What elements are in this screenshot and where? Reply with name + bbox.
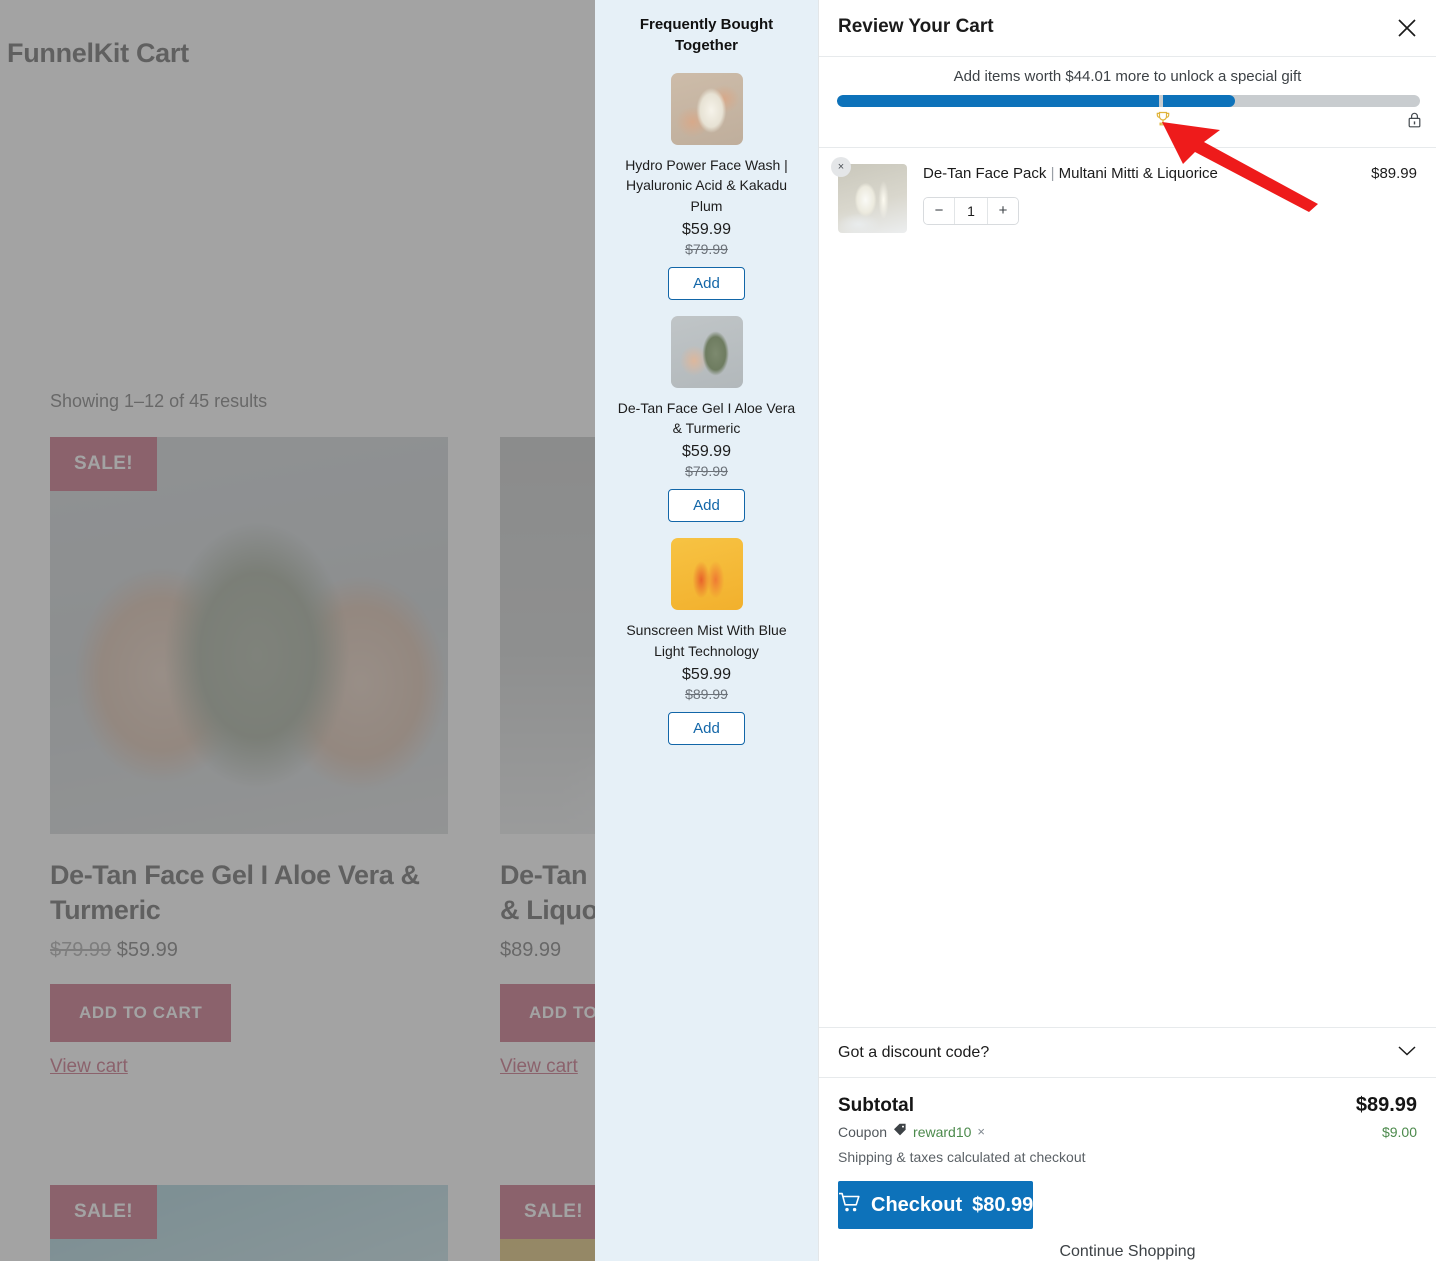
fbt-product-thumbnail[interactable] <box>670 538 743 611</box>
reward-progress-fill-segment-1 <box>837 95 1159 107</box>
coupon-code[interactable]: reward10 <box>913 1124 971 1140</box>
cart-items-list: × De-Tan Face Pack | Multani Mitti & Liq… <box>819 148 1436 1027</box>
coupon-label: Coupon <box>838 1123 888 1140</box>
fbt-product-old-price: $79.99 <box>685 463 728 480</box>
fbt-item: Sunscreen Mist With Blue Light Technolog… <box>613 538 800 745</box>
lock-icon <box>1407 111 1422 134</box>
discount-code-label: Got a discount code? <box>838 1043 990 1061</box>
reward-message: Add items worth $44.01 more to unlock a … <box>953 68 1302 85</box>
quantity-stepper[interactable]: − 1 + <box>923 196 1019 225</box>
fbt-heading: Frequently Bought Together <box>639 16 774 55</box>
fbt-add-button[interactable]: Add <box>668 266 745 300</box>
product-card[interactable]: SALE! De-Tan Face Gel I Aloe Vera & Turm… <box>50 437 448 1078</box>
fbt-product-thumbnail[interactable] <box>670 315 743 388</box>
fbt-product-price: $59.99 <box>682 443 731 461</box>
fbt-product-price: $59.99 <box>682 665 731 683</box>
product-image[interactable]: SALE! <box>50 437 448 834</box>
fbt-product-name[interactable]: Sunscreen Mist With Blue Light Technolog… <box>613 620 800 661</box>
product-sale-price: $59.99 <box>116 939 178 962</box>
cart-item-name-main: De-Tan Face Pack <box>923 165 1051 182</box>
fbt-product-price: $59.99 <box>682 220 731 238</box>
frequently-bought-together-panel: Frequently Bought Together Hydro Power F… <box>595 0 818 1261</box>
sale-badge: SALE! <box>500 1185 607 1239</box>
fbt-product-old-price: $79.99 <box>685 240 728 257</box>
site-title: FunnelKit Cart <box>7 38 189 68</box>
product-title[interactable]: De-Tan Face Gel I Aloe Vera & Turmeric <box>50 858 448 927</box>
product-photo <box>50 437 448 834</box>
quantity-value[interactable]: 1 <box>954 197 988 224</box>
cart-drawer: Review Your Cart Add items worth $44.01 … <box>818 0 1436 1261</box>
fbt-item: Hydro Power Face Wash | Hyaluronic Acid … <box>613 72 800 300</box>
fbt-product-name[interactable]: Hydro Power Face Wash | Hyaluronic Acid … <box>613 155 800 217</box>
product-card[interactable]: SALE! <box>50 1185 448 1261</box>
coupon-info: Coupon reward10 × <box>838 1123 985 1140</box>
discount-code-toggle[interactable]: Got a discount code? <box>819 1027 1436 1078</box>
remove-coupon-icon[interactable]: × <box>977 1124 985 1139</box>
fbt-product-thumbnail[interactable] <box>670 72 743 145</box>
reward-progress-fill-segment-2 <box>1163 95 1235 107</box>
cart-item-thumbnail-wrap: × <box>831 157 907 233</box>
product-old-price: $79.99 <box>50 939 112 962</box>
shipping-note: Shipping & taxes calculated at checkout <box>838 1149 1086 1165</box>
fbt-product-name[interactable]: De-Tan Face Gel I Aloe Vera & Turmeric <box>613 398 800 439</box>
reward-progress-bar <box>837 95 1420 107</box>
cart-totals: Subtotal $89.99 Coupon reward10 × $9.00 … <box>819 1078 1436 1165</box>
cart-item-name[interactable]: De-Tan Face Pack | Multani Mitti & Liquo… <box>923 164 1371 184</box>
quantity-increase-button[interactable]: + <box>988 197 1018 224</box>
add-to-cart-button[interactable]: ADD TO CART <box>50 984 232 1043</box>
coupon-row: Coupon reward10 × $9.00 <box>838 1123 1417 1140</box>
quantity-decrease-button[interactable]: − <box>924 197 954 224</box>
screen-root: FunnelKit Cart Showing 1–12 of 45 result… <box>0 0 1436 1261</box>
product-price: $79.99 $59.99 <box>50 939 448 962</box>
cart-item-thumbnail[interactable] <box>838 164 907 233</box>
reward-progress-section: Add items worth $44.01 more to unlock a … <box>819 57 1436 148</box>
sale-badge: SALE! <box>50 1185 157 1239</box>
remove-item-icon[interactable]: × <box>831 157 851 177</box>
close-icon[interactable] <box>1391 12 1423 44</box>
trophy-icon <box>1156 111 1171 131</box>
fbt-item: De-Tan Face Gel I Aloe Vera & Turmeric $… <box>613 315 800 523</box>
checkout-button[interactable]: Checkout $80.99 <box>838 1181 1034 1229</box>
subtotal-row: Subtotal $89.99 <box>838 1094 1417 1117</box>
results-count: Showing 1–12 of 45 results <box>50 391 268 411</box>
cart-line-item: × De-Tan Face Pack | Multani Mitti & Liq… <box>819 148 1436 233</box>
reward-milestone-icons <box>837 111 1422 139</box>
cart-footer: Got a discount code? Subtotal $89.99 Cou… <box>819 1027 1436 1261</box>
product-sale-price: $89.99 <box>500 939 562 962</box>
subtotal-value: $89.99 <box>1355 1094 1417 1116</box>
continue-shopping-link[interactable]: Continue Shopping <box>819 1243 1436 1261</box>
fbt-add-button[interactable]: Add <box>668 489 745 523</box>
coupon-discount-value: $9.00 <box>1381 1123 1417 1140</box>
chevron-down-icon[interactable] <box>1397 1044 1417 1062</box>
cart-title: Review Your Cart <box>838 16 994 37</box>
subtotal-label: Subtotal <box>838 1095 914 1116</box>
fbt-product-old-price: $89.99 <box>685 685 728 702</box>
checkout-label: Checkout <box>871 1193 963 1216</box>
checkout-total: $80.99 <box>972 1193 1034 1216</box>
sale-badge: SALE! <box>50 437 157 491</box>
cart-item-name-rest: Multani Mitti & Liquorice <box>1054 165 1218 182</box>
fbt-add-button[interactable]: Add <box>668 711 745 745</box>
cart-item-price: $89.99 <box>1371 165 1417 182</box>
tag-icon <box>893 1123 907 1140</box>
cart-item-details: De-Tan Face Pack | Multani Mitti & Liquo… <box>907 164 1371 233</box>
view-cart-link[interactable]: View cart <box>50 1056 448 1078</box>
cart-icon <box>838 1192 861 1219</box>
cart-header: Review Your Cart <box>819 0 1436 57</box>
product-image[interactable]: SALE! <box>50 1185 448 1261</box>
